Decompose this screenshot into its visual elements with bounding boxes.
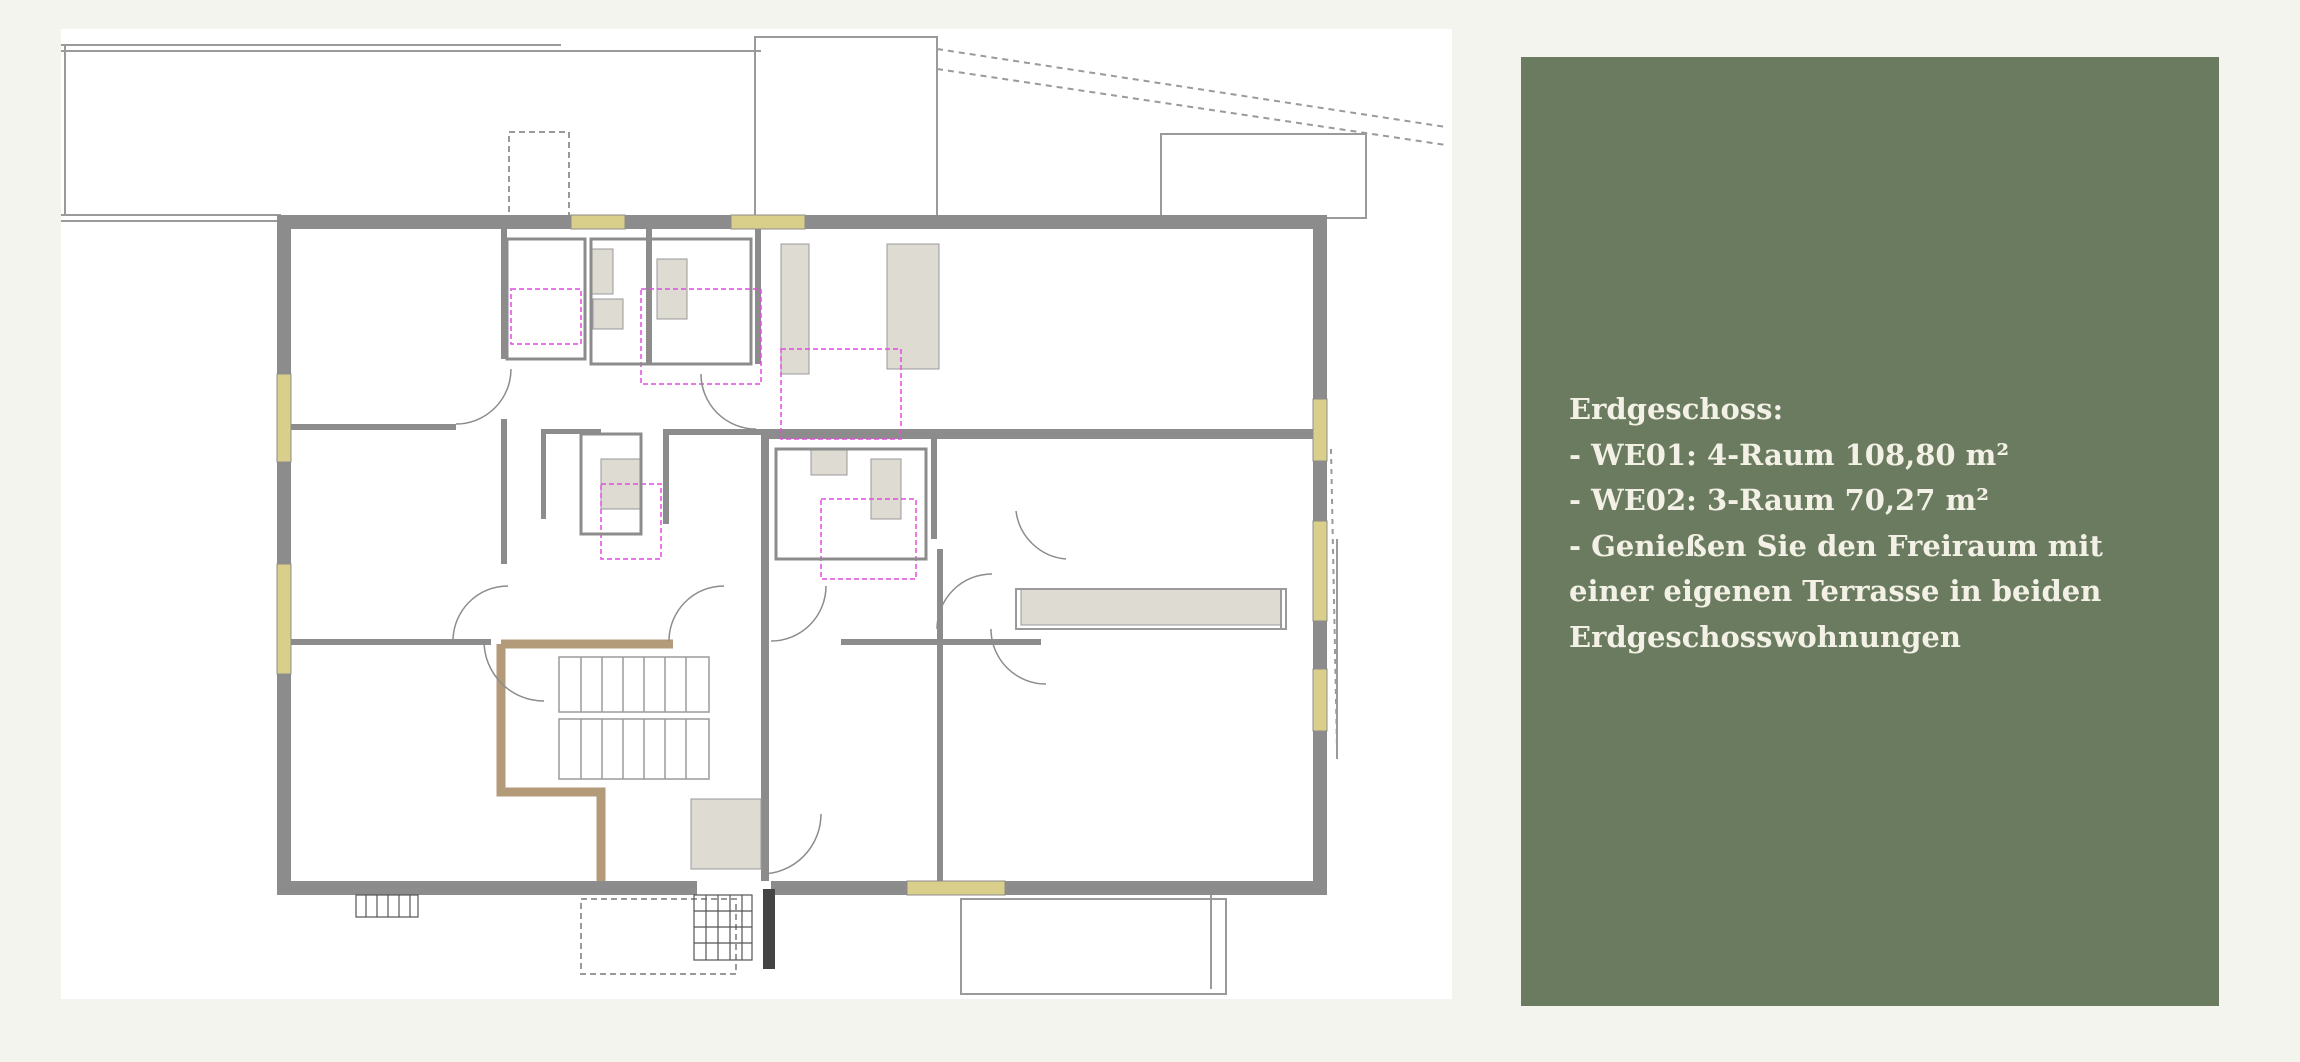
info-heading: Erdgeschoss: <box>1569 392 1784 426</box>
info-line-we01: - WE01: 4-Raum 108,80 m² <box>1569 437 2010 472</box>
stairs <box>558 656 710 780</box>
info-line-we02: - WE02: 3-Raum 70,27 m² <box>1569 483 1989 517</box>
entrance <box>355 894 753 961</box>
stair-core <box>496 639 673 881</box>
info-text: Erdgeschoss: - WE01: 4-Raum 108,80 m² - … <box>1569 387 2179 660</box>
door-frame <box>763 889 775 969</box>
info-line-terrasse: einer eigenen Terrasse in beiden <box>1569 574 2102 608</box>
floorplan-image <box>61 29 1452 999</box>
fixtures <box>590 243 1282 870</box>
info-line-erdgeschosswohnungen: Erdgeschosswohnungen <box>1569 619 1961 654</box>
info-panel: Erdgeschoss: - WE01: 4-Raum 108,80 m² - … <box>1521 57 2219 1006</box>
info-line-freiraum: - Genießen Sie den Freiraum mit <box>1569 528 2103 563</box>
floorplan-drawing <box>61 36 1447 995</box>
bath-rooms <box>505 237 928 561</box>
